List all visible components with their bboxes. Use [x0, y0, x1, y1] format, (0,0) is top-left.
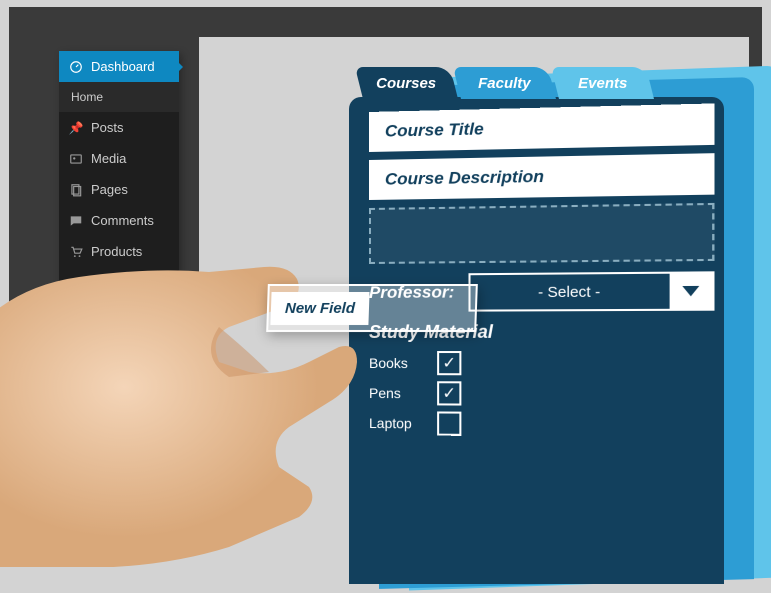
sidebar-label: Plugin — [91, 306, 127, 321]
sidebar-item-views[interactable]: Views — [59, 482, 179, 513]
sidebar-label: Layouts — [91, 459, 137, 474]
tab-courses[interactable]: Courses — [355, 67, 458, 99]
plugin-icon — [69, 307, 83, 321]
form-panel: Course Title Course Description Professo… — [369, 103, 714, 592]
sidebar-label: Use — [91, 337, 114, 352]
sidebar-label: Views — [91, 490, 125, 505]
media-icon — [69, 152, 83, 166]
sidebar-label: Products — [91, 244, 142, 259]
pages-icon — [69, 183, 83, 197]
sidebar-item-home[interactable]: Home — [59, 82, 179, 112]
checkbox-pens[interactable]: ✓ — [437, 381, 461, 405]
check-row-books: Books ✓ — [369, 351, 714, 376]
tab-label: Events — [578, 75, 627, 92]
cart-icon — [69, 245, 83, 259]
layout-icon — [69, 460, 83, 474]
field-course-title[interactable]: Course Title — [369, 103, 714, 152]
tab-events[interactable]: Events — [551, 67, 654, 99]
sidebar-item-layouts[interactable]: Layouts — [59, 451, 179, 482]
checkbox-books[interactable]: ✓ — [437, 351, 461, 375]
sidebar-item-products[interactable]: Products — [59, 236, 179, 267]
admin-sidebar: Dashboard Home 📌 Posts Media Pages Comme… — [59, 51, 179, 513]
select-value: - Select - — [471, 282, 670, 301]
tab-faculty[interactable]: Faculty — [453, 67, 556, 99]
dragged-field[interactable]: New Field — [266, 284, 478, 332]
folder-courses: Events Faculty Courses Course Title Cour… — [349, 97, 724, 584]
sidebar-label: Posts — [91, 120, 124, 135]
check-row-pens: Pens ✓ — [369, 381, 714, 407]
field-course-description[interactable]: Course Description — [369, 153, 714, 200]
sidebar-item-appearance[interactable]: Appear — [59, 267, 179, 298]
chevron-down-icon — [682, 286, 699, 296]
sidebar-label: T — [91, 368, 99, 383]
pin-icon: 📌 — [69, 121, 83, 135]
check-label: Laptop — [369, 415, 419, 431]
sidebar-item-users[interactable]: Use — [59, 329, 179, 360]
brush-icon — [69, 276, 83, 290]
user-icon — [69, 338, 83, 352]
check-row-laptop: Laptop — [369, 411, 714, 438]
sidebar-item-comments[interactable]: Comments — [59, 205, 179, 236]
sidebar-label: Dashboard — [91, 59, 155, 74]
comment-icon — [69, 214, 83, 228]
sidebar-item-posts[interactable]: 📌 Posts — [59, 112, 179, 143]
professor-select[interactable]: - Select - — [469, 271, 715, 311]
views-icon — [69, 491, 83, 505]
app-frame: Dashboard Home 📌 Posts Media Pages Comme… — [9, 7, 762, 554]
sidebar-label: Home — [71, 90, 103, 104]
sidebar-item-media[interactable]: Media — [59, 143, 179, 174]
sidebar-item-dashboard[interactable]: Dashboard — [59, 51, 179, 82]
sidebar-label: Appear — [91, 275, 133, 290]
dragged-field-label: New Field — [270, 292, 369, 325]
sidebar-label: Media — [91, 151, 126, 166]
check-label: Books — [369, 355, 419, 371]
sidebar-item-tools[interactable]: T — [59, 360, 179, 391]
sidebar-label: Pages — [91, 182, 128, 197]
wrench-icon — [69, 369, 83, 383]
tab-label: Courses — [376, 75, 436, 92]
check-label: Pens — [369, 385, 419, 401]
select-caret-button[interactable] — [670, 273, 713, 308]
sidebar-item-plugins[interactable]: Plugin — [59, 298, 179, 329]
tab-label: Faculty — [478, 75, 531, 92]
dashboard-icon — [69, 60, 83, 74]
sidebar-item-pages[interactable]: Pages — [59, 174, 179, 205]
sidebar-label: Comments — [91, 213, 154, 228]
checkbox-laptop[interactable] — [437, 411, 461, 435]
drop-zone[interactable] — [369, 203, 714, 264]
